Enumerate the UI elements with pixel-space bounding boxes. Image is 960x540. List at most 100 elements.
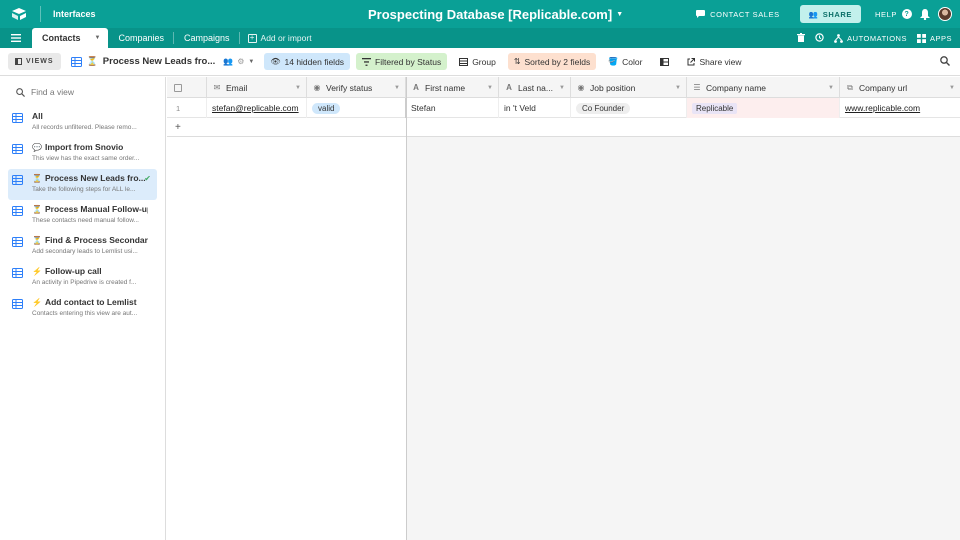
tab-contacts[interactable]: Contacts ▼ — [32, 28, 109, 48]
view-description: All records unfiltered. Please remo... — [32, 124, 137, 131]
users-icon: 👥 — [808, 9, 819, 19]
view-description: Add secondary leads to Lemlist usi... — [32, 248, 138, 255]
view-title-text: Process New Leads fro... — [44, 173, 146, 183]
chevron-down-icon[interactable]: ▼ — [675, 85, 681, 91]
email-cell[interactable]: stefan@replicable.com — [207, 98, 307, 118]
text-field-icon: A — [413, 83, 419, 92]
sort-button[interactable]: ⇅ Sorted by 2 fields — [507, 53, 597, 70]
linked-company-tag[interactable]: Replicable — [692, 102, 738, 114]
column-header-last-name[interactable]: A Last na... ▼ — [499, 77, 571, 98]
speech-bubble-icon: 💬 — [32, 142, 42, 152]
verify-status-cell[interactable]: valid — [307, 98, 406, 118]
checkbox[interactable] — [174, 83, 182, 92]
grid-view-icon — [12, 175, 23, 185]
contact-sales-button[interactable]: CONTACT SALES — [696, 10, 780, 19]
chevron-down-icon[interactable]: ▼ — [487, 85, 493, 91]
trash-icon[interactable] — [797, 32, 806, 44]
column-label: Company url — [859, 82, 908, 93]
filter-button[interactable]: Filtered by Status — [356, 53, 448, 70]
column-header-verify-status[interactable]: ◉ Verify status ▼ — [307, 77, 406, 98]
sidebar-view-process-new-leads[interactable]: ⏳ Process New Leads fro... Take the follo… — [8, 169, 157, 200]
bell-icon[interactable] — [920, 8, 930, 20]
add-or-import-button[interactable]: + Add or import — [240, 28, 320, 48]
email-link[interactable]: stefan@replicable.com — [212, 103, 299, 113]
chevron-down-icon[interactable]: ▼ — [949, 85, 955, 91]
lightning-icon: ⚡ — [32, 297, 42, 307]
automations-button[interactable]: AUTOMATIONS — [834, 34, 907, 43]
company-url-link[interactable]: www.replicable.com — [845, 103, 920, 113]
select-all-checkbox-cell[interactable] — [167, 77, 207, 98]
column-header-first-name[interactable]: A First name ▼ — [406, 77, 499, 98]
sidebar-view-follow-up-call[interactable]: ⚡ Follow-up call An activity in Pipedrive… — [8, 262, 157, 293]
table-row[interactable]: 1 stefan@replicable.com valid Stefan in … — [167, 98, 960, 118]
checkmark-icon: ✔ — [144, 174, 151, 183]
chevron-down-icon[interactable]: ▼ — [828, 85, 834, 91]
sidebar-view-import-snovio[interactable]: 💬 Import from Snovio This view has the ex… — [8, 138, 157, 169]
chevron-down-icon[interactable]: ▼ — [295, 85, 301, 91]
last-name-cell[interactable]: in 't Veld — [499, 98, 571, 118]
plus-icon[interactable]: + — [167, 122, 181, 133]
sort-label: Sorted by 2 fields — [524, 56, 591, 67]
apps-button[interactable]: APPS — [916, 33, 952, 43]
sidebar-view-all[interactable]: All All records unfiltered. Please remo.… — [8, 107, 157, 138]
tab-label: Companies — [118, 33, 164, 43]
column-header-company-url[interactable]: ⧉ Company url ▼ — [840, 77, 960, 98]
interfaces-link[interactable]: Interfaces — [53, 9, 96, 19]
hidden-fields-button[interactable]: 👁 14 hidden fields — [264, 53, 351, 70]
search-icon[interactable] — [940, 56, 950, 68]
company-url-cell[interactable]: www.replicable.com — [840, 98, 960, 118]
tab-companies[interactable]: Companies — [108, 28, 174, 48]
share-view-label: Share view — [699, 56, 742, 67]
help-label: HELP — [875, 9, 897, 19]
airtable-logo-icon[interactable] — [6, 0, 32, 28]
menu-icon[interactable] — [0, 28, 32, 48]
grid-view-icon — [12, 237, 23, 247]
linked-record-icon: ☰ — [693, 83, 701, 92]
share-button[interactable]: 👥 SHARE — [799, 5, 861, 23]
avatar[interactable] — [938, 7, 952, 21]
external-link-icon — [687, 57, 696, 65]
color-button[interactable]: 🪣 Color — [602, 53, 648, 70]
column-header-company-name[interactable]: ☰ Company name ▼ — [687, 77, 840, 98]
find-view-input[interactable]: Find a view — [0, 77, 165, 107]
company-name-cell[interactable]: Replicable — [687, 98, 840, 118]
eye-off-icon: 👁 — [270, 57, 281, 66]
column-header-email[interactable]: ✉ Email ▼ — [207, 77, 307, 98]
view-description: Contacts entering this view are aut... — [32, 310, 138, 317]
text-field-icon: A — [506, 83, 512, 92]
single-select-icon: ◉ — [577, 83, 585, 92]
sidebar-view-secondary-leads[interactable]: ⏳Find & Process Secondary ... Add second… — [8, 231, 157, 262]
group-icon — [459, 57, 469, 66]
first-name-cell[interactable]: Stefan — [406, 98, 499, 118]
row-height-button[interactable] — [654, 53, 675, 70]
grid-view-icon — [12, 299, 23, 309]
share-label: SHARE — [822, 9, 852, 19]
hourglass-icon: ⏳ — [86, 56, 98, 66]
sort-icon: ⇅ — [513, 57, 521, 66]
view-description: These contacts need manual follow... — [32, 217, 139, 224]
frozen-column-divider[interactable] — [406, 77, 407, 540]
table-tabs-bar: Contacts ▼ Companies Campaigns + Add or … — [0, 28, 960, 48]
view-collaborators[interactable]: 👥 ⚙ ▼ — [223, 57, 254, 66]
view-title: ⚡ Follow-up call — [32, 266, 148, 276]
base-title[interactable]: Prospecting Database [Replicable.com] ▼ — [368, 7, 623, 22]
sidebar-view-manual-follow-up[interactable]: ⏳ Process Manual Follow-up These contacts… — [8, 200, 157, 231]
chevron-down-icon[interactable]: ▼ — [559, 85, 565, 91]
column-label: First name — [425, 82, 466, 93]
column-label: Last na... — [518, 82, 553, 93]
tab-campaigns[interactable]: Campaigns — [174, 28, 240, 48]
sidebar-view-add-to-lemlist[interactable]: ⚡ Add contact to Lemlist Contacts enterin… — [8, 293, 157, 324]
add-row-bar[interactable]: + — [167, 118, 960, 137]
group-button[interactable]: Group — [453, 53, 502, 70]
column-label: Verify status — [326, 82, 373, 93]
views-toggle-button[interactable]: VIEWS — [8, 53, 61, 70]
views-label: VIEWS — [26, 58, 54, 65]
chevron-down-icon[interactable]: ▼ — [95, 35, 101, 41]
history-icon[interactable] — [815, 32, 824, 44]
column-header-job-position[interactable]: ◉ Job position ▼ — [571, 77, 687, 98]
help-button[interactable]: HELP ? — [875, 9, 912, 19]
chevron-down-icon[interactable]: ▼ — [394, 85, 400, 91]
current-view-name[interactable]: ⏳ Process New Leads fro... — [70, 56, 215, 67]
share-view-button[interactable]: Share view — [681, 53, 747, 70]
job-position-cell[interactable]: Co Founder — [571, 98, 687, 118]
